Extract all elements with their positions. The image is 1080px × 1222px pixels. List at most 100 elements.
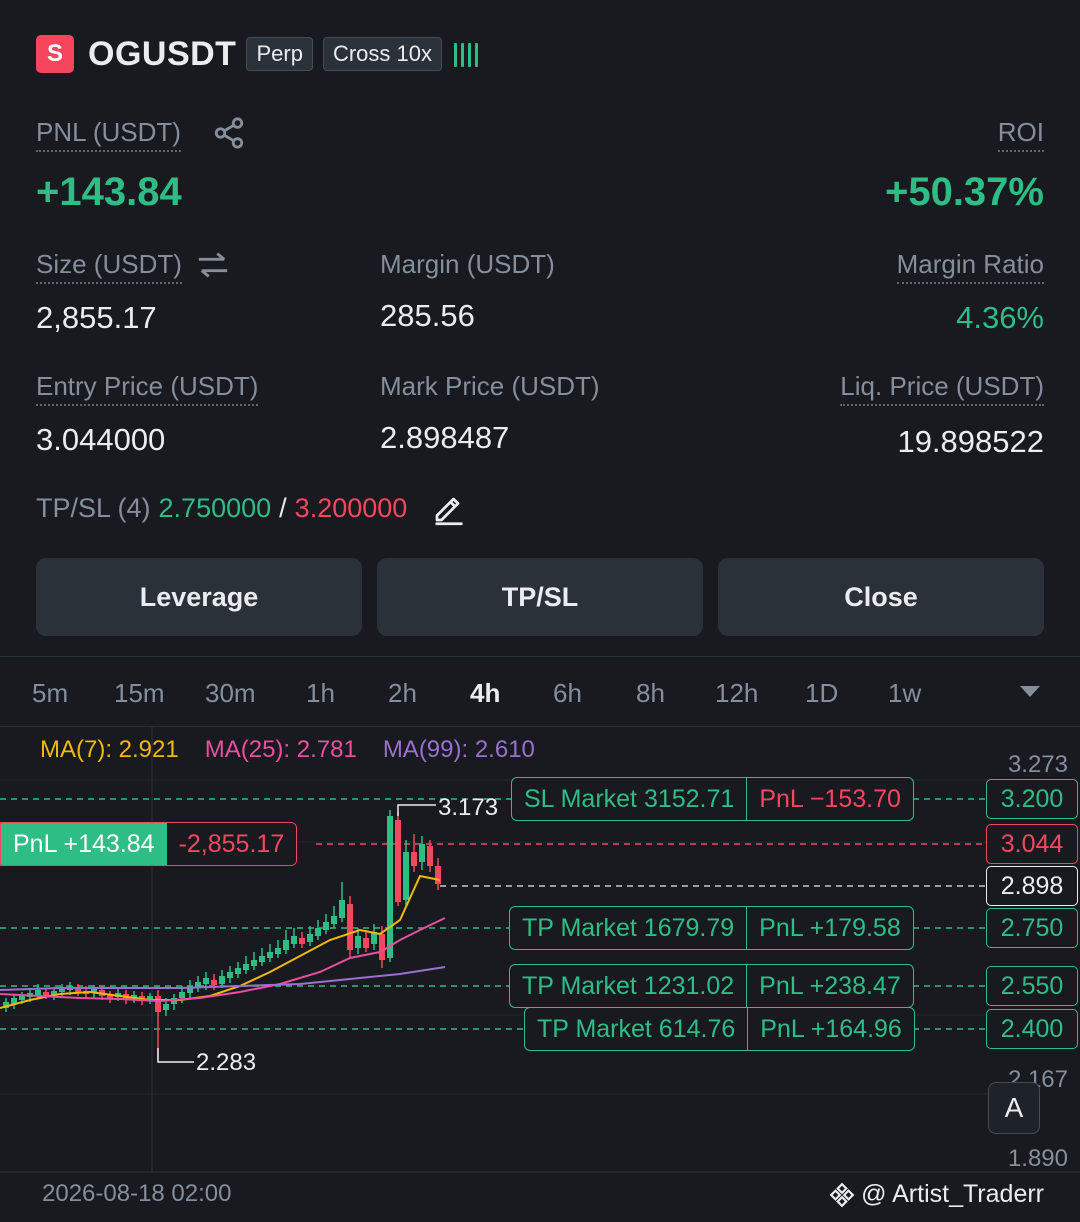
- share-icon[interactable]: [212, 116, 246, 150]
- ma7-label: MA(7): 2.921: [40, 736, 179, 763]
- tp3-order-type: TP Market 614.76: [537, 1014, 736, 1043]
- liq-price-label[interactable]: Liq. Price (USDT): [840, 371, 1044, 406]
- candle-body: [315, 928, 321, 936]
- tpsl-row: TP/SL (4) 2.750000 / 3.200000: [36, 490, 467, 526]
- ma-legend: MA(7): 2.921 MA(25): 2.781 MA(99): 2.610: [40, 736, 535, 764]
- symbol-title[interactable]: OGUSDT: [88, 35, 236, 74]
- tab-30m[interactable]: 30m: [205, 678, 256, 709]
- signal-bars-icon: [453, 41, 478, 67]
- tab-1w[interactable]: 1w: [888, 678, 921, 709]
- low-pointer: [157, 1048, 194, 1063]
- margin-value: 285.56: [380, 298, 475, 333]
- sl-order-pnl: PnL −153.70: [746, 778, 913, 820]
- perp-tag: Perp: [246, 37, 313, 71]
- pnl-label[interactable]: PNL (USDT): [36, 117, 181, 152]
- swap-icon[interactable]: [196, 250, 230, 280]
- candle-body: [219, 976, 225, 984]
- tab-1h[interactable]: 1h: [306, 678, 335, 709]
- candle-body: [227, 972, 233, 978]
- candle-body: [387, 816, 393, 958]
- edit-icon[interactable]: [431, 490, 467, 526]
- tp2-order-pnl: PnL +238.47: [746, 965, 913, 1007]
- entry-price-label[interactable]: Entry Price (USDT): [36, 371, 259, 406]
- interval-tabs: 5m 15m 30m 1h 2h 4h 6h 8h 12h 1D 1w: [0, 660, 1080, 726]
- tabs-top-divider: [0, 656, 1080, 657]
- tp1-order-box[interactable]: TP Market 1679.79 PnL +179.58: [509, 906, 914, 950]
- tp2-order-box[interactable]: TP Market 1231.02 PnL +238.47: [509, 964, 914, 1008]
- auto-scale-button[interactable]: A: [988, 1082, 1040, 1134]
- high-pointer: [397, 804, 436, 816]
- size-value: 2,855.17: [36, 300, 157, 335]
- size-label[interactable]: Size (USDT): [36, 249, 182, 284]
- candle-body: [323, 922, 329, 930]
- candle-body: [355, 936, 361, 948]
- entry-pnl: PnL +143.84: [1, 823, 167, 865]
- candle-body: [339, 900, 345, 918]
- candle-body: [275, 948, 281, 954]
- candle-body: [379, 934, 385, 960]
- tp1-order-pnl: PnL +179.58: [746, 907, 913, 949]
- leverage-button[interactable]: Leverage: [36, 558, 362, 636]
- margin-ratio-value: 4.36%: [956, 300, 1044, 335]
- low-price-label: 2.283: [196, 1049, 257, 1076]
- candle-body: [307, 934, 313, 942]
- candle-body: [35, 990, 41, 995]
- sl-price: 3.200000: [294, 492, 408, 523]
- sl-order-type: SL Market 3152.71: [524, 784, 735, 813]
- tab-5m[interactable]: 5m: [32, 678, 68, 709]
- tab-4h[interactable]: 4h: [470, 678, 500, 709]
- tp2-order-type: TP Market 1231.02: [522, 971, 735, 1000]
- candle-body: [347, 904, 353, 950]
- candle-body: [283, 940, 289, 950]
- roi-label[interactable]: ROI: [997, 117, 1044, 152]
- tab-8h[interactable]: 8h: [636, 678, 665, 709]
- tab-12h[interactable]: 12h: [715, 678, 758, 709]
- sl-order-box[interactable]: SL Market 3152.71 PnL −153.70: [511, 777, 914, 821]
- close-button[interactable]: Close: [718, 558, 1044, 636]
- tab-1D[interactable]: 1D: [805, 678, 838, 709]
- candle-body: [179, 992, 185, 998]
- candle-body: [155, 996, 161, 1012]
- margin-mode-tag[interactable]: Cross 10x: [322, 37, 442, 71]
- watermark: @ Artist_Traderr: [829, 1180, 1044, 1209]
- candle-body: [427, 846, 433, 866]
- candle-body: [299, 938, 305, 944]
- candle-body: [419, 844, 425, 862]
- tpsl-label: TP/SL (4): [36, 492, 151, 523]
- tab-15m[interactable]: 15m: [114, 678, 165, 709]
- ma99-label: MA(99): 2.610: [382, 736, 535, 763]
- candle-body: [291, 936, 297, 944]
- candle-body: [235, 968, 241, 974]
- watermark-text: @ Artist_Traderr: [861, 1180, 1044, 1208]
- candle-body: [203, 978, 209, 984]
- candle-body: [163, 1004, 169, 1010]
- candle-body: [19, 996, 25, 1000]
- liq-price-value: 19.898522: [897, 424, 1044, 459]
- tab-2h[interactable]: 2h: [388, 678, 417, 709]
- tp3-order-box[interactable]: TP Market 614.76 PnL +164.96: [524, 1007, 915, 1051]
- candle-body: [403, 852, 409, 900]
- tp3-price-tag: 2.400: [986, 1009, 1078, 1049]
- entry-size: -2,855.17: [166, 823, 297, 865]
- mark-price-label: Mark Price (USDT): [380, 371, 600, 401]
- candle-body: [259, 956, 265, 962]
- entry-price-tag: 3.044: [986, 824, 1078, 864]
- tab-6h[interactable]: 6h: [553, 678, 582, 709]
- mark-price-value: 2.898487: [380, 420, 510, 455]
- candle-body: [147, 996, 153, 999]
- candle-body: [435, 866, 441, 884]
- entry-pnl-box[interactable]: PnL +143.84 -2,855.17: [0, 822, 298, 866]
- candle-body: [211, 980, 217, 985]
- candle-body: [395, 820, 401, 902]
- axis-label-bottom: 1.890: [1007, 1145, 1068, 1172]
- tpsl-button[interactable]: TP/SL: [377, 558, 703, 636]
- binance-logo-icon: [829, 1182, 855, 1207]
- tp1-price-tag: 2.750: [986, 908, 1078, 948]
- candle-body: [331, 916, 337, 924]
- tp-price: 2.750000: [158, 492, 272, 523]
- crosshair-date: 2026-08-18 02:00: [42, 1180, 232, 1207]
- tp1-order-type: TP Market 1679.79: [522, 913, 735, 942]
- candle-body: [267, 952, 273, 958]
- margin-ratio-label[interactable]: Margin Ratio: [896, 249, 1044, 284]
- more-intervals-icon[interactable]: [1020, 686, 1040, 697]
